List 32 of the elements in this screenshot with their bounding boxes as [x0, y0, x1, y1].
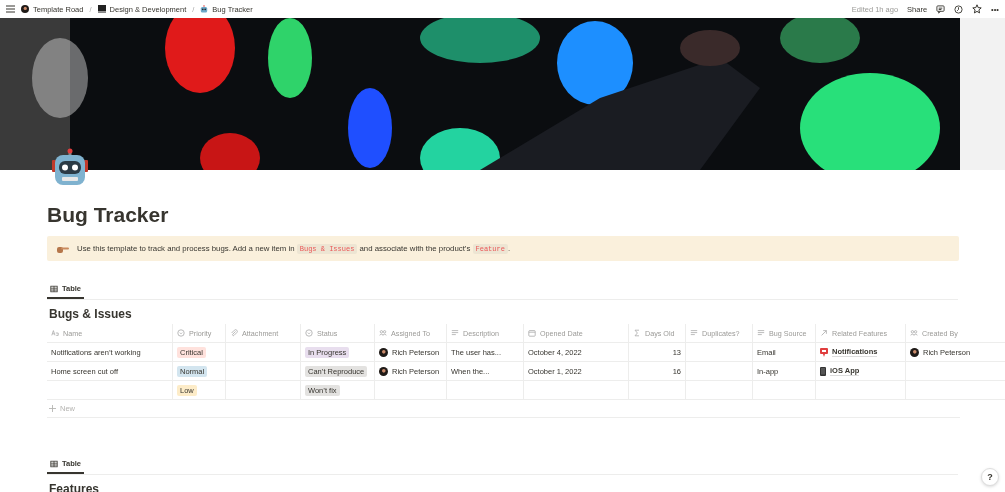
- select-icon: [305, 329, 313, 337]
- sigma-icon: [633, 329, 641, 337]
- people-icon: [910, 329, 918, 337]
- phone-icon: [820, 366, 826, 376]
- people-icon: [379, 329, 387, 337]
- select-icon: [177, 329, 185, 337]
- page-title: Bug Tracker: [47, 202, 170, 228]
- menu-icon[interactable]: [6, 5, 15, 13]
- table-icon: [50, 284, 58, 293]
- database-title: Bugs & Issues: [49, 306, 133, 322]
- plus-icon: [49, 405, 56, 412]
- lines-icon: [757, 329, 765, 337]
- pin-icon: [820, 347, 828, 357]
- lines-icon: [451, 329, 459, 337]
- arrow-icon: [820, 329, 828, 337]
- robot-icon: [200, 5, 209, 13]
- robot-icon: [50, 148, 90, 188]
- star-icon[interactable]: [972, 4, 983, 14]
- pointing-hand-icon: [57, 244, 69, 253]
- lines-icon: [690, 329, 698, 337]
- table-icon: [50, 459, 58, 468]
- comment-icon[interactable]: [936, 4, 946, 14]
- avatar-icon: [21, 5, 29, 13]
- monitor-icon: [97, 5, 106, 13]
- avatar-icon: [910, 347, 919, 357]
- clock-icon[interactable]: [954, 4, 964, 14]
- avatar-icon: [379, 366, 388, 376]
- text-type-icon: [51, 329, 59, 337]
- paperclip-icon: [230, 329, 238, 337]
- help-button[interactable]: ?: [981, 468, 999, 486]
- calendar-icon: [528, 329, 536, 337]
- avatar-icon: [379, 347, 388, 357]
